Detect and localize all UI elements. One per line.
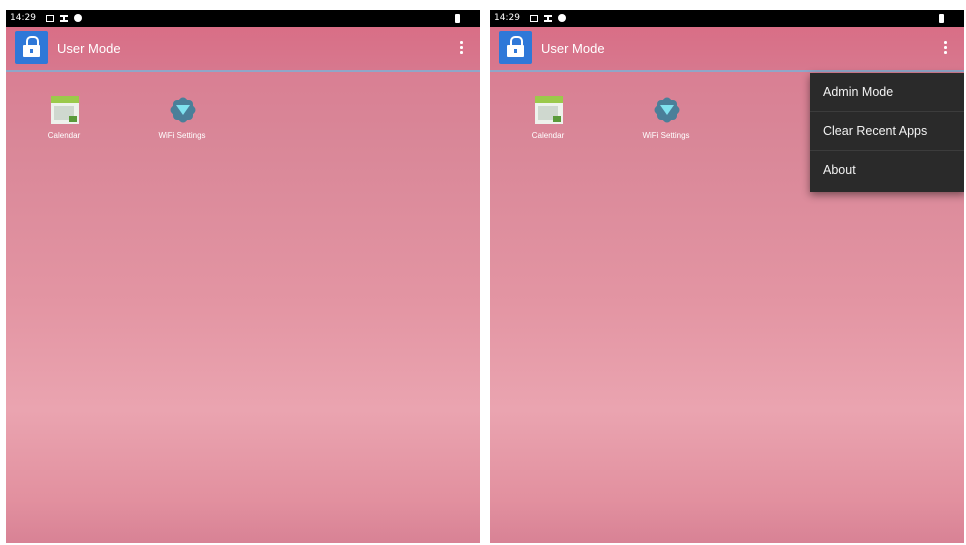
menu-item-about[interactable]: About	[810, 151, 964, 190]
battery-icon	[939, 14, 944, 23]
action-bar: User Mode	[490, 27, 964, 72]
calendar-icon	[51, 96, 79, 124]
screen-user-mode: 14:29 User Mode Calendar WiFi Settings	[6, 10, 480, 543]
status-time: 14:29	[10, 13, 36, 23]
list-icon	[60, 15, 68, 22]
status-time: 14:29	[494, 13, 520, 23]
menu-item-admin-mode[interactable]: Admin Mode	[810, 73, 964, 112]
wifi-settings-icon	[168, 95, 198, 125]
wifi-settings-icon	[652, 95, 682, 125]
list-icon	[544, 15, 552, 22]
app-wifi-settings[interactable]: WiFi Settings	[147, 94, 217, 144]
notification-icon	[530, 15, 538, 22]
overflow-menu-icon[interactable]	[458, 40, 464, 56]
app-wifi-settings[interactable]: WiFi Settings	[631, 94, 701, 144]
settings-icon	[74, 14, 82, 22]
app-label: WiFi Settings	[642, 131, 690, 140]
app-label: WiFi Settings	[158, 131, 206, 140]
action-bar: User Mode	[6, 27, 480, 72]
app-label: Calendar	[47, 131, 81, 140]
lock-icon[interactable]	[15, 31, 48, 64]
menu-item-clear-recent-apps[interactable]: Clear Recent Apps	[810, 112, 964, 151]
action-bar-title: User Mode	[541, 41, 605, 56]
overflow-popup-menu: Admin Mode Clear Recent Apps About	[810, 73, 964, 192]
calendar-icon	[535, 96, 563, 124]
app-calendar[interactable]: Calendar	[29, 94, 99, 144]
notification-icon	[46, 15, 54, 22]
lock-icon[interactable]	[499, 31, 532, 64]
overflow-menu-icon[interactable]	[942, 40, 948, 56]
settings-icon	[558, 14, 566, 22]
app-calendar[interactable]: Calendar	[513, 94, 583, 144]
status-bar: 14:29	[490, 10, 964, 27]
action-bar-title: User Mode	[57, 41, 121, 56]
screen-user-mode-menu-open: 14:29 User Mode Calendar WiFi Settings A…	[490, 10, 964, 543]
battery-icon	[455, 14, 460, 23]
app-label: Calendar	[531, 131, 565, 140]
status-bar: 14:29	[6, 10, 480, 27]
